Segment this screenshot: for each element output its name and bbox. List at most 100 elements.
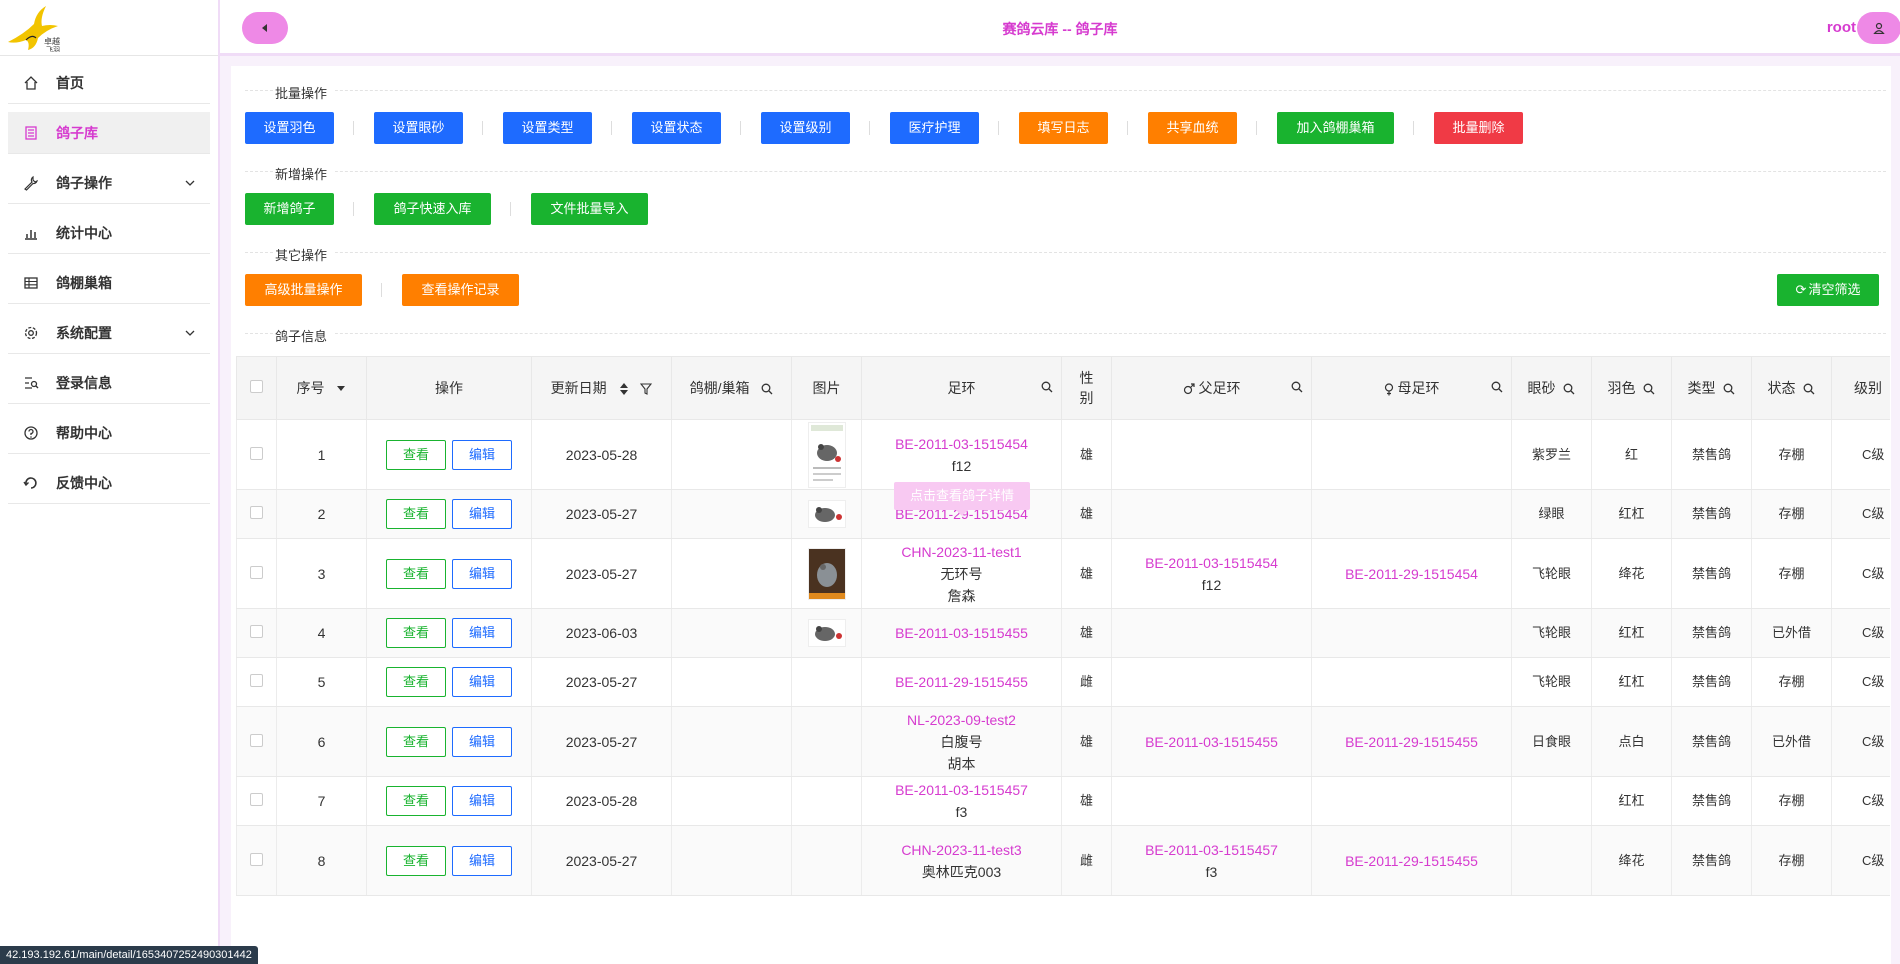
- pigeon-photo[interactable]: [807, 421, 846, 488]
- edit-button[interactable]: 编辑: [452, 439, 512, 470]
- set-level-button[interactable]: 设置级别: [761, 112, 850, 144]
- share-pedigree-button[interactable]: 共享血统: [1148, 112, 1237, 144]
- table-row[interactable]: 4 查看 编辑 2023-06-03 BE-2011-03-1515455 雄飞轮眼 红杠禁…: [236, 608, 1890, 658]
- father-ring-link[interactable]: BE-2011-03-1515457: [1112, 839, 1311, 861]
- row-checkbox[interactable]: [250, 446, 263, 460]
- row-checkbox[interactable]: [250, 733, 263, 747]
- pigeon-photo[interactable]: [807, 619, 846, 647]
- search-icon[interactable]: [1803, 383, 1815, 395]
- mother-ring-link[interactable]: BE-2011-29-1515454: [1312, 563, 1511, 585]
- col-no[interactable]: 序号: [276, 356, 367, 420]
- view-button[interactable]: 查看: [386, 558, 446, 589]
- view-button[interactable]: 查看: [386, 439, 446, 470]
- table-row[interactable]: 6 查看 编辑 2023-05-27 NL-2023-09-test2 白腹号 胡本雄 BE-…: [236, 706, 1890, 777]
- search-icon[interactable]: [1041, 381, 1053, 393]
- set-type-button[interactable]: 设置类型: [503, 112, 592, 144]
- set-status-button[interactable]: 设置状态: [632, 112, 721, 144]
- advanced-batch-button[interactable]: 高级批量操作: [245, 274, 362, 306]
- clear-filter-button[interactable]: ⟳ 清空筛选: [1777, 274, 1879, 306]
- search-icon[interactable]: [1643, 383, 1655, 395]
- edit-button[interactable]: 编辑: [452, 845, 512, 876]
- table-row[interactable]: 7 查看 编辑 2023-05-28 BE-2011-03-1515457 f3 雄红杠 禁售…: [236, 776, 1890, 826]
- col-ring[interactable]: 足环: [861, 356, 1062, 420]
- mother-ring-link[interactable]: BE-2011-29-1515455: [1312, 731, 1511, 753]
- col-date[interactable]: 更新日期: [531, 356, 672, 420]
- filter-icon[interactable]: [640, 383, 653, 396]
- mother-ring-link[interactable]: BE-2011-29-1515455: [1312, 850, 1511, 872]
- ring-link[interactable]: BE-2011-29-1515455: [862, 671, 1061, 693]
- add-pigeon-button[interactable]: 新增鸽子: [245, 193, 334, 225]
- sidebar-item-0[interactable]: 首页: [8, 62, 210, 104]
- ring-link[interactable]: BE-2011-03-1515454: [862, 433, 1061, 455]
- search-icon[interactable]: [761, 383, 773, 395]
- sidebar-item-3[interactable]: 统计中心: [8, 212, 210, 254]
- view-button[interactable]: 查看: [386, 499, 446, 529]
- sidebar-item-8[interactable]: 反馈中心: [8, 462, 210, 504]
- ring-link[interactable]: CHN-2023-11-test3: [862, 839, 1061, 861]
- table-row[interactable]: 5 查看 编辑 2023-05-27 BE-2011-29-1515455 雌飞轮眼 红杠禁…: [236, 657, 1890, 707]
- sidebar-item-7[interactable]: 帮助中心: [8, 412, 210, 454]
- add-to-loft-button[interactable]: 加入鸽棚巢箱: [1277, 112, 1394, 144]
- view-button[interactable]: 查看: [386, 786, 446, 816]
- col-loft[interactable]: 鸽棚/巢箱: [671, 356, 792, 420]
- row-checkbox[interactable]: [250, 565, 263, 579]
- edit-button[interactable]: 编辑: [452, 786, 512, 816]
- search-icon[interactable]: [1723, 383, 1735, 395]
- edit-button[interactable]: 编辑: [452, 499, 512, 529]
- search-icon[interactable]: [1563, 383, 1575, 395]
- user-menu-button[interactable]: [1857, 12, 1900, 44]
- set-plumage-button[interactable]: 设置羽色: [245, 112, 334, 144]
- ring-link[interactable]: BE-2011-03-1515457: [862, 779, 1061, 801]
- sort-desc-icon[interactable]: [336, 383, 346, 393]
- medical-care-button[interactable]: 医疗护理: [890, 112, 979, 144]
- ring-link[interactable]: BE-2011-03-1515455: [862, 622, 1061, 644]
- col-status[interactable]: 状态: [1751, 356, 1832, 420]
- username[interactable]: root: [1827, 19, 1856, 36]
- ring-link[interactable]: NL-2023-09-test2: [862, 709, 1061, 731]
- edit-button[interactable]: 编辑: [452, 558, 512, 589]
- view-button[interactable]: 查看: [386, 726, 446, 757]
- row-checkbox[interactable]: [250, 625, 263, 638]
- select-all-checkbox[interactable]: [250, 380, 263, 393]
- col-eye[interactable]: 眼砂: [1511, 356, 1592, 420]
- sidebar-item-2[interactable]: 鸽子操作: [8, 162, 210, 204]
- file-import-button[interactable]: 文件批量导入: [531, 193, 648, 225]
- row-checkbox[interactable]: [250, 852, 263, 866]
- operation-log-button[interactable]: 查看操作记录: [402, 274, 519, 306]
- ring-link[interactable]: CHN-2023-11-test1: [862, 541, 1061, 563]
- pigeon-photo[interactable]: [807, 547, 846, 600]
- table-row[interactable]: 1 查看 编辑 2023-05-28 BE-2011-03-1515454 f12 雄紫罗兰…: [236, 419, 1890, 490]
- row-eye: 紫罗兰: [1511, 419, 1592, 490]
- table-row[interactable]: 2查看编辑2023-05-27BE-2011-29-1515454雄绿眼红杠禁售…: [236, 489, 1890, 539]
- batch-delete-button[interactable]: 批量删除: [1434, 112, 1523, 144]
- sidebar-item-6[interactable]: 登录信息: [8, 362, 210, 404]
- set-eye-button[interactable]: 设置眼砂: [374, 112, 463, 144]
- view-button[interactable]: 查看: [386, 845, 446, 876]
- edit-button[interactable]: 编辑: [452, 726, 512, 757]
- table-row[interactable]: 8 查看 编辑 2023-05-27 CHN-2023-11-test3 奥林匹克003 雌…: [236, 825, 1890, 896]
- edit-button[interactable]: 编辑: [452, 618, 512, 648]
- row-checkbox[interactable]: [250, 674, 263, 687]
- view-button[interactable]: 查看: [386, 667, 446, 697]
- search-icon[interactable]: [1491, 381, 1503, 393]
- col-father[interactable]: 父足环: [1111, 356, 1312, 420]
- pigeon-photo[interactable]: [807, 500, 846, 528]
- sidebar-item-5[interactable]: 系统配置: [8, 312, 210, 354]
- table-row[interactable]: 3 查看 编辑 2023-05-27 CHN-2023-11-test1 无环号 詹森雄 BE…: [236, 538, 1890, 609]
- col-mother[interactable]: 母足环: [1311, 356, 1512, 420]
- col-level-label: 级别: [1854, 380, 1882, 396]
- col-type[interactable]: 类型: [1671, 356, 1752, 420]
- search-icon[interactable]: [1291, 381, 1303, 393]
- col-color[interactable]: 羽色: [1591, 356, 1672, 420]
- write-log-button[interactable]: 填写日志: [1019, 112, 1108, 144]
- sort-icon[interactable]: [619, 382, 629, 396]
- quick-import-button[interactable]: 鸽子快速入库: [374, 193, 491, 225]
- view-button[interactable]: 查看: [386, 618, 446, 648]
- sidebar-item-4[interactable]: 鸽棚巢箱: [8, 262, 210, 304]
- sidebar-item-1[interactable]: 鸽子库: [8, 112, 210, 154]
- father-ring-link[interactable]: BE-2011-03-1515454: [1112, 552, 1311, 574]
- row-checkbox[interactable]: [250, 793, 263, 806]
- row-checkbox[interactable]: [250, 506, 263, 519]
- father-ring-link[interactable]: BE-2011-03-1515455: [1112, 731, 1311, 753]
- edit-button[interactable]: 编辑: [452, 667, 512, 697]
